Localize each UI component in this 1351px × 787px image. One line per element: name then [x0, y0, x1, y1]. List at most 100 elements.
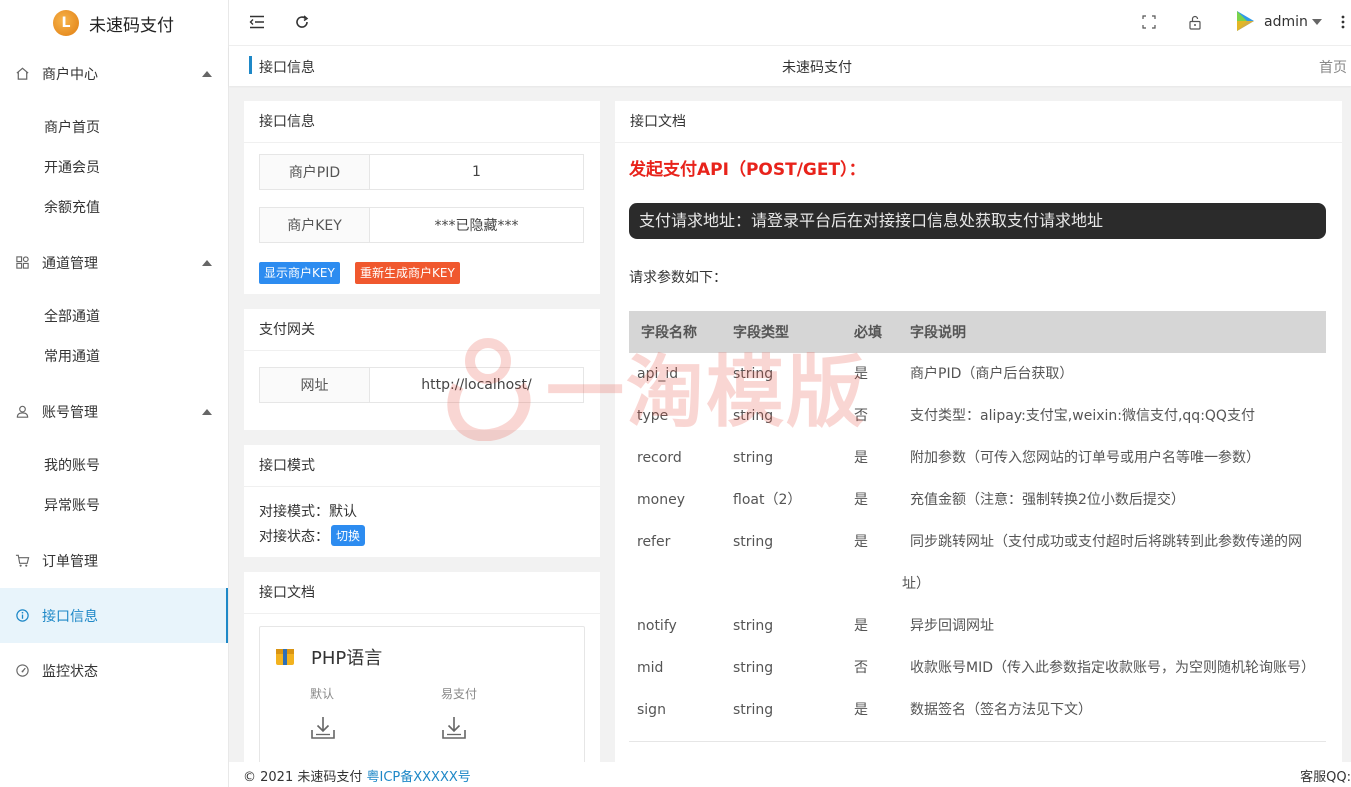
- nav-account-sub: 我的账号 异常账号: [0, 439, 228, 533]
- pid-label: 商户PID: [260, 155, 370, 189]
- column-header: 字段名称: [641, 325, 697, 341]
- nav-balance-recharge[interactable]: 余额充值: [0, 187, 228, 227]
- nav-my-account[interactable]: 我的账号: [0, 445, 228, 485]
- nav-all-channels[interactable]: 全部通道: [0, 296, 228, 336]
- table-cell-line: 址）: [902, 576, 930, 592]
- download-icon[interactable]: [310, 715, 336, 745]
- table-end-divider: [629, 741, 1326, 742]
- nav-merchant-center[interactable]: 商户中心: [0, 46, 228, 101]
- table-cell: string: [733, 618, 774, 634]
- pid-value[interactable]: 1: [370, 155, 583, 189]
- more-vertical-icon[interactable]: [1333, 12, 1351, 32]
- api-docs-card: 接口文档 发起支付API（POST/GET）： 支付请求地址：请登录平台后在对接…: [615, 101, 1342, 762]
- nav-account-management[interactable]: 账号管理: [0, 384, 228, 439]
- gateway-url-field: 网址 http://localhost/: [259, 367, 584, 403]
- download-icon[interactable]: [441, 715, 467, 745]
- table-cell: string: [733, 450, 774, 466]
- sidebar: L 未速码支付 商户中心 商户首页 开通会员 余额充值 通道管理 全部通道 常用…: [0, 0, 229, 787]
- table-cell: type: [637, 408, 669, 424]
- card-title: 接口文档: [244, 572, 600, 614]
- nav-order-management[interactable]: 订单管理: [0, 533, 228, 588]
- table-row: mid string 否 收款账号MID（传入此参数指定收款账号，为空则随机轮询账号）: [629, 647, 1326, 689]
- table-cell: 支付类型：alipay:支付宝,weixin:微信支付,qq:QQ支付: [910, 408, 1255, 424]
- table-cell: 是: [854, 450, 868, 466]
- nav-interface-info-label: 接口信息: [42, 608, 98, 625]
- home-icon: [14, 66, 30, 82]
- table-cell: 是: [854, 492, 868, 508]
- gauge-icon: [14, 663, 30, 679]
- table-cell: string: [733, 534, 774, 550]
- regenerate-key-button[interactable]: 重新生成商户KEY: [355, 262, 460, 284]
- nav-merchant-home[interactable]: 商户首页: [0, 107, 228, 147]
- table-cell: 否: [854, 408, 868, 424]
- table-cell: string: [733, 660, 774, 676]
- table-body: api_id string 是商户PID（商户后台获取） type string 否支付类…: [629, 353, 1326, 731]
- nav-abnormal-account[interactable]: 异常账号: [0, 485, 228, 525]
- brand[interactable]: L 未速码支付: [0, 0, 228, 46]
- download-epay-label: 易支付: [441, 687, 478, 701]
- nav-group-channel: 通道管理 全部通道 常用通道: [0, 235, 228, 384]
- table-cell: 商户PID（商户后台获取）: [910, 366, 1074, 382]
- table-cell: 收款账号MID（传入此参数指定收款账号，为空则随机轮询账号）: [910, 660, 1315, 676]
- avatar: [1234, 9, 1256, 35]
- logo-char: L: [61, 15, 71, 31]
- key-label: 商户KEY: [260, 208, 370, 242]
- fullscreen-icon[interactable]: [1139, 12, 1159, 32]
- sdk-docs-card: 接口文档 PHP语言 默认 易支付: [244, 572, 600, 762]
- table-cell: float（2）: [733, 492, 802, 508]
- table-cell: record: [637, 450, 682, 466]
- table-row: api_id string 是 商户PID（商户后台获取）: [629, 353, 1326, 395]
- nav-open-membership[interactable]: 开通会员: [0, 147, 228, 187]
- table-cell: api_id: [637, 366, 679, 382]
- column-header: 字段类型: [733, 325, 789, 341]
- chevron-up-icon: [202, 70, 212, 77]
- php-sdk-box: PHP语言 默认 易支付: [259, 626, 585, 762]
- table-cell: string: [733, 702, 774, 718]
- breadcrumb-home-link[interactable]: 首页: [1319, 57, 1347, 77]
- sdk-language: PHP语言: [311, 648, 383, 669]
- info-icon: [14, 608, 30, 624]
- refresh-icon[interactable]: [292, 12, 312, 32]
- table-row: sign string 是 数据签名（签名方法见下文）: [629, 689, 1326, 731]
- nav-merchant-sub: 商户首页 开通会员 余额充值: [0, 101, 228, 235]
- username: admin: [1264, 14, 1308, 30]
- caret-down-icon: [1311, 19, 1322, 25]
- status-row: 对接状态： 切换: [259, 525, 366, 546]
- api-url-note: 支付请求地址：请登录平台后在对接接口信息处获取支付请求地址: [629, 203, 1326, 239]
- nav-group-merchant: 商户中心 商户首页 开通会员 余额充值: [0, 46, 228, 235]
- card-title: 支付网关: [244, 309, 600, 351]
- interface-mode-card: 接口模式 对接模式：默认 对接状态： 切换: [244, 445, 600, 557]
- interface-info-card: 接口信息 商户PID 1 商户KEY ***已隐藏*** 显示商户KEY 重新生…: [244, 101, 600, 294]
- nav-monitor-status-label: 监控状态: [42, 663, 98, 680]
- footer: © 2021 未速码支付 粤ICP备XXXXX号 客服QQ:: [229, 762, 1351, 787]
- nav-account-management-label: 账号管理: [42, 404, 98, 421]
- user-menu[interactable]: admin: [1234, 9, 1322, 35]
- params-table: 字段名称 字段类型 必填 字段说明 api_id string 是商户PID（商户后…: [629, 311, 1326, 742]
- table-cell: sign: [637, 702, 666, 718]
- nav-channel-management[interactable]: 通道管理: [0, 235, 228, 290]
- key-value[interactable]: ***已隐藏***: [370, 208, 583, 242]
- nav-common-channels[interactable]: 常用通道: [0, 336, 228, 376]
- nav-monitor-status[interactable]: 监控状态: [0, 643, 228, 698]
- show-key-button[interactable]: 显示商户KEY: [259, 262, 340, 284]
- status-label: 对接状态：: [259, 528, 329, 545]
- mode-value: 默认: [329, 504, 357, 520]
- php-package-icon: [274, 645, 296, 667]
- menu-fold-icon[interactable]: [247, 12, 267, 32]
- table-row: record string 是 附加参数（可传入您网站的订单号或用户名等唯一参数）: [629, 437, 1326, 479]
- switch-button[interactable]: 切换: [331, 525, 366, 546]
- nav-merchant-center-label: 商户中心: [42, 66, 98, 83]
- table-cell: 同步跳转网址（支付成功或支付超时后将跳转到此参数传递的网 址）: [902, 521, 1326, 605]
- table-cell: string: [733, 408, 774, 424]
- key-field: 商户KEY ***已隐藏***: [259, 207, 584, 243]
- url-value[interactable]: http://localhost/: [370, 368, 583, 402]
- api-title: 发起支付API（POST/GET）：: [629, 160, 866, 180]
- icp-link[interactable]: 粤ICP备XXXXX号: [367, 770, 471, 785]
- nav-interface-info[interactable]: 接口信息: [0, 588, 228, 643]
- card-title: 接口信息: [244, 101, 600, 143]
- nav-channel-management-label: 通道管理: [42, 255, 98, 272]
- support-qq: 客服QQ:: [1300, 770, 1351, 785]
- user-icon: [14, 404, 30, 420]
- brand-name: 未速码支付: [89, 15, 174, 36]
- lock-icon[interactable]: [1185, 12, 1205, 32]
